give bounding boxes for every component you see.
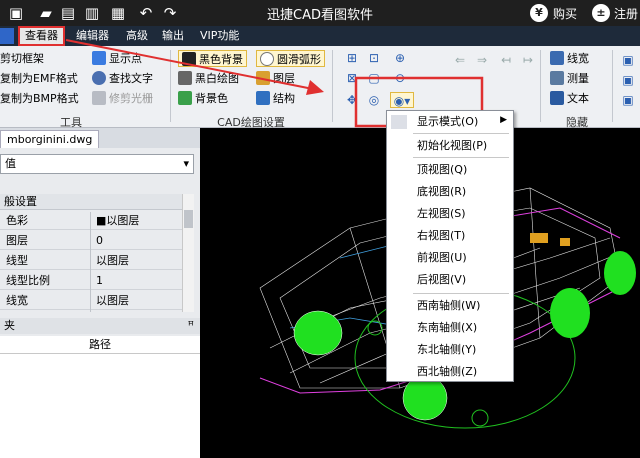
menu-item-nw-iso[interactable]: 西北轴侧(Z)	[417, 363, 477, 381]
menu-item-se-iso[interactable]: 东南轴侧(X)	[417, 319, 477, 337]
view-mode-menu: 显示模式(O) ▶ 初始化视图(P) 顶视图(Q) 底视图(R) 左视图(S) …	[386, 110, 514, 382]
menu-item-back-view[interactable]: 后视图(V)	[417, 271, 466, 289]
menu-item-initial-view[interactable]: 初始化视图(P)	[417, 137, 487, 155]
annotation-overlay	[65, 39, 484, 128]
menu-divider	[413, 293, 509, 294]
submenu-arrow-icon: ▶	[500, 115, 507, 125]
menu-item-ne-iso[interactable]: 东北轴侧(Y)	[417, 341, 476, 359]
menu-item-bottom-view[interactable]: 底视图(R)	[417, 183, 466, 201]
menu-item-front-view[interactable]: 前视图(U)	[417, 249, 467, 267]
menu-divider	[413, 133, 509, 134]
menu-divider	[413, 157, 509, 158]
menu-icon	[391, 115, 407, 129]
menu-item-display-mode[interactable]: 显示模式(O)	[417, 113, 478, 131]
menu-item-right-view[interactable]: 右视图(T)	[417, 227, 465, 245]
menu-item-left-view[interactable]: 左视图(S)	[417, 205, 466, 223]
menu-item-sw-iso[interactable]: 西南轴侧(W)	[417, 297, 480, 315]
menu-item-top-view[interactable]: 顶视图(Q)	[417, 161, 467, 179]
